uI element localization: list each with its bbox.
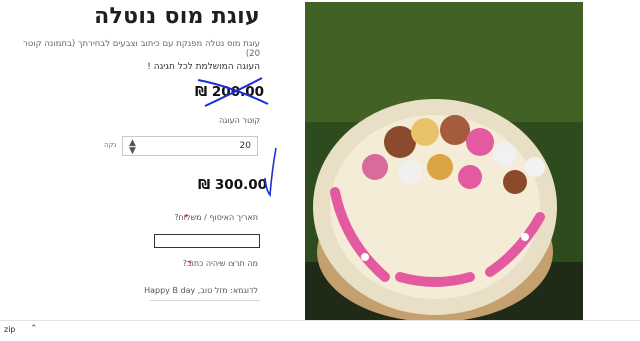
size-select[interactable]: ▲ ▼ 20 [122, 136, 258, 156]
message-label: מה תרצו שיהיה כתוב? [182, 259, 258, 268]
chevron-up-icon[interactable]: ⌃ [30, 324, 38, 334]
size-label: קוטר העוגה [218, 116, 260, 125]
message-placeholder: לדוגמא: מזל טוב, Happy B day [144, 286, 258, 295]
product-title: עוגת מוס נוטלה [94, 4, 260, 29]
select-arrows-icon: ▲ ▼ [129, 138, 136, 156]
old-price: ₪ 200.00 [195, 84, 265, 100]
required-mark: * [188, 259, 192, 268]
promo-text: העוגה המושלמת לכל חגיגה ! [147, 62, 260, 72]
size-clear-label[interactable]: נקה [104, 141, 116, 149]
download-bar: zip ⌃ [0, 320, 640, 341]
product-subtitle: עוגת מוס נטלה מפנקת עם כיתוב וצבעים לבחי… [22, 39, 260, 59]
message-input[interactable]: לדוגמא: מזל טוב, Happy B day [144, 282, 260, 301]
required-mark: * [184, 213, 188, 222]
product-photo [305, 2, 583, 320]
date-input[interactable] [154, 234, 260, 248]
new-price: ₪ 300.00 [198, 177, 268, 193]
cake-image [305, 2, 583, 320]
size-value: 20 [239, 141, 251, 151]
download-item[interactable]: zip [4, 325, 16, 334]
date-label: תאריך האיסוף / משלוח? [174, 213, 258, 222]
